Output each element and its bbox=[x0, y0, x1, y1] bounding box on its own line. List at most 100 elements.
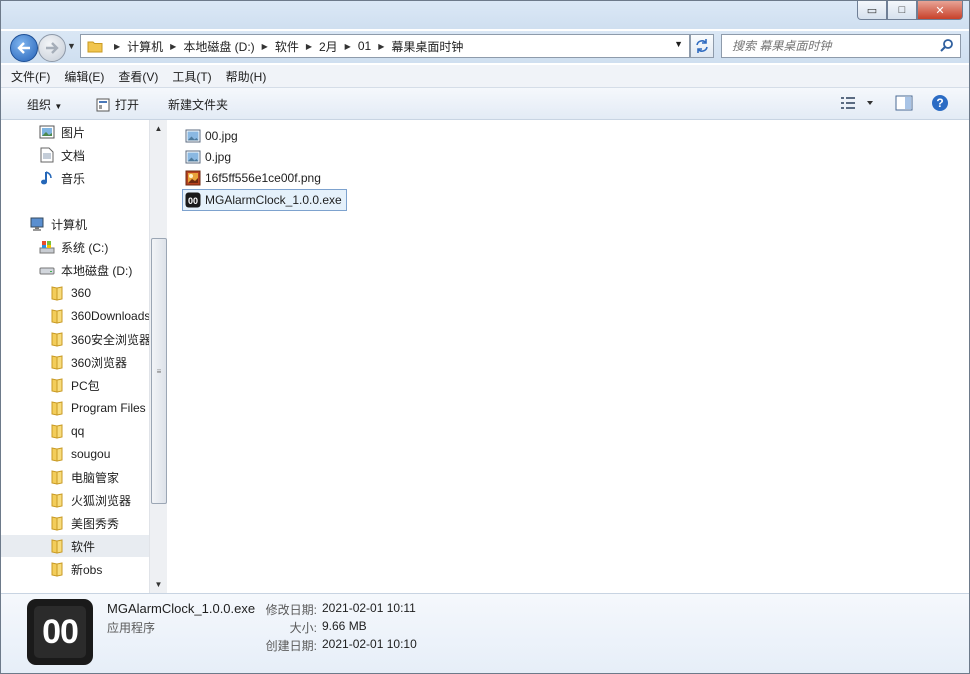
breadcrumb: ▶ 计算机 ▶ 本地磁盘 (D:) ▶ 软件 ▶ 2月 ▶ 01 ▶ 幕果桌面时… bbox=[107, 38, 463, 55]
pictures-icon bbox=[39, 124, 55, 140]
file-item-png[interactable]: 16f5ff556e1ce00f.png bbox=[183, 168, 325, 188]
sidebar-item-label: 软件 bbox=[71, 539, 96, 554]
file-name: 16f5ff556e1ce00f.png bbox=[205, 171, 321, 185]
menu-help[interactable]: 帮助(H) bbox=[226, 68, 267, 85]
folder-icon bbox=[49, 400, 65, 416]
sidebar-item-pictures[interactable]: 图片 bbox=[1, 121, 149, 143]
open-icon bbox=[96, 98, 110, 111]
chevron-right-icon[interactable]: ▶ bbox=[306, 42, 312, 51]
folder-icon bbox=[49, 377, 65, 393]
file-item-mgalarmclock-exe[interactable]: 00 MGAlarmClock_1.0.0.exe bbox=[182, 189, 347, 211]
search-icon[interactable] bbox=[940, 38, 954, 52]
modified-label: 修改日期: bbox=[265, 603, 317, 617]
folder-icon bbox=[49, 308, 65, 324]
sidebar-folder-item[interactable]: 软件 bbox=[1, 535, 149, 557]
sidebar-folder-item[interactable]: PC包 bbox=[1, 374, 149, 396]
organize-label: 组织 bbox=[27, 98, 52, 112]
chevron-right-icon[interactable]: ▶ bbox=[378, 42, 384, 51]
size-value: 9.66 MB bbox=[322, 619, 367, 633]
sidebar-item-label: Program Files bbox=[71, 401, 146, 415]
folder-icon bbox=[49, 354, 65, 370]
sidebar-item-computer[interactable]: 计算机 bbox=[1, 213, 149, 235]
breadcrumb-software[interactable]: 软件 bbox=[275, 38, 299, 55]
sidebar-folder-item[interactable]: 美图秀秀 bbox=[1, 512, 149, 534]
search-input[interactable] bbox=[730, 35, 934, 57]
minimize-button[interactable]: ▭ bbox=[857, 1, 887, 20]
breadcrumb-01[interactable]: 01 bbox=[358, 39, 371, 53]
created-label: 创建日期: bbox=[265, 639, 317, 653]
scroll-thumb[interactable]: ≡ bbox=[151, 238, 167, 504]
sidebar-folder-item[interactable]: Program Files bbox=[1, 397, 149, 419]
folder-icon bbox=[49, 515, 65, 531]
sidebar-folder-item[interactable]: 360安全浏览器 bbox=[1, 328, 149, 350]
menu-file[interactable]: 文件(F) bbox=[11, 68, 50, 85]
sidebar-folder-item[interactable]: 火狐浏览器 bbox=[1, 489, 149, 511]
documents-icon bbox=[39, 147, 55, 163]
sidebar-item-label: 文档 bbox=[61, 148, 86, 163]
forward-button[interactable] bbox=[38, 34, 66, 62]
sidebar-folder-item[interactable]: 360 bbox=[1, 282, 149, 304]
sidebar-item-drive-c[interactable]: 系统 (C:) bbox=[1, 236, 149, 258]
sidebar-item-label: 美图秀秀 bbox=[71, 516, 120, 531]
explorer-window: ▭ □ ✕ ▼ ▶ 计算机 ▶ 本地磁盘 (D:) ▶ 软件 ▶ 2月 ▶ 01… bbox=[0, 0, 970, 674]
sidebar-folder-item[interactable]: 360Downloads bbox=[1, 305, 149, 327]
breadcrumb-feb[interactable]: 2月 bbox=[319, 38, 338, 55]
navigation-pane: 图片 文档 音乐 计算机 系统 (C:) 本地磁盘 (D:) 360 360Dow… bbox=[1, 120, 149, 593]
folder-icon bbox=[49, 561, 65, 577]
file-item-00-jpg[interactable]: 00.jpg bbox=[183, 126, 242, 146]
sidebar-item-label: PC包 bbox=[71, 378, 100, 393]
system-drive-icon bbox=[39, 239, 55, 255]
open-button[interactable]: 打开 bbox=[96, 96, 139, 113]
search-box[interactable] bbox=[721, 34, 961, 58]
file-name: 0.jpg bbox=[205, 150, 232, 164]
organize-button[interactable]: 组织 ▼ bbox=[27, 96, 62, 113]
refresh-button[interactable] bbox=[690, 34, 714, 58]
menu-view[interactable]: 查看(V) bbox=[118, 68, 158, 85]
back-button[interactable] bbox=[10, 34, 38, 62]
image-file-icon bbox=[185, 149, 201, 165]
sidebar-folder-item[interactable]: 电脑管家 bbox=[1, 466, 149, 488]
address-bar[interactable]: ▶ 计算机 ▶ 本地磁盘 (D:) ▶ 软件 ▶ 2月 ▶ 01 ▶ 幕果桌面时… bbox=[80, 34, 690, 58]
view-options-button[interactable] bbox=[841, 94, 877, 115]
details-filename: MGAlarmClock_1.0.0.exe bbox=[107, 601, 256, 616]
breadcrumb-current-folder[interactable]: 幕果桌面时钟 bbox=[391, 38, 463, 55]
recent-pages-dropdown[interactable]: ▼ bbox=[67, 41, 76, 51]
chevron-right-icon[interactable]: ▶ bbox=[345, 42, 351, 51]
command-bar: 组织 ▼ 打开 新建文件夹 ? bbox=[1, 88, 969, 120]
chevron-down-icon: ▼ bbox=[54, 102, 63, 111]
folder-icon bbox=[49, 285, 65, 301]
maximize-button[interactable]: □ bbox=[887, 1, 917, 20]
sidebar-folder-item[interactable]: 新obs bbox=[1, 558, 149, 580]
sidebar-folder-item[interactable]: sougou bbox=[1, 443, 149, 465]
scroll-up-button[interactable]: ▲ bbox=[150, 120, 167, 137]
sidebar-item-label: 计算机 bbox=[51, 217, 88, 232]
sidebar-item-drive-d[interactable]: 本地磁盘 (D:) bbox=[1, 259, 149, 281]
address-dropdown-icon[interactable]: ▼ bbox=[674, 39, 683, 49]
file-item-0-jpg[interactable]: 0.jpg bbox=[183, 147, 235, 167]
back-arrow-icon bbox=[17, 42, 30, 54]
sidebar-item-label: 火狐浏览器 bbox=[71, 493, 132, 508]
music-icon bbox=[39, 170, 55, 186]
breadcrumb-drive-d[interactable]: 本地磁盘 (D:) bbox=[183, 38, 254, 55]
sidebar-item-label: qq bbox=[71, 424, 85, 438]
breadcrumb-computer[interactable]: 计算机 bbox=[127, 38, 163, 55]
menu-tools[interactable]: 工具(T) bbox=[172, 68, 211, 85]
new-folder-button[interactable]: 新建文件夹 bbox=[168, 96, 228, 113]
chevron-right-icon[interactable]: ▶ bbox=[170, 42, 176, 51]
chevron-right-icon[interactable]: ▶ bbox=[114, 42, 120, 51]
sidebar-item-music[interactable]: 音乐 bbox=[1, 167, 149, 189]
preview-pane-button[interactable] bbox=[895, 94, 913, 115]
folder-icon bbox=[49, 331, 65, 347]
svg-text:?: ? bbox=[936, 96, 943, 110]
sidebar-folder-item[interactable]: qq bbox=[1, 420, 149, 442]
help-button[interactable]: ? bbox=[931, 94, 949, 115]
close-button[interactable]: ✕ bbox=[917, 1, 963, 20]
chevron-right-icon[interactable]: ▶ bbox=[262, 42, 268, 51]
navigation-scrollbar[interactable]: ▲ ≡ ▼ bbox=[149, 120, 167, 593]
menu-edit[interactable]: 编辑(E) bbox=[64, 68, 104, 85]
scroll-down-button[interactable]: ▼ bbox=[150, 576, 167, 593]
preview-pane-icon bbox=[895, 95, 913, 111]
sidebar-item-documents[interactable]: 文档 bbox=[1, 144, 149, 166]
sidebar-folder-item[interactable]: 360浏览器 bbox=[1, 351, 149, 373]
forward-arrow-icon bbox=[46, 42, 59, 54]
